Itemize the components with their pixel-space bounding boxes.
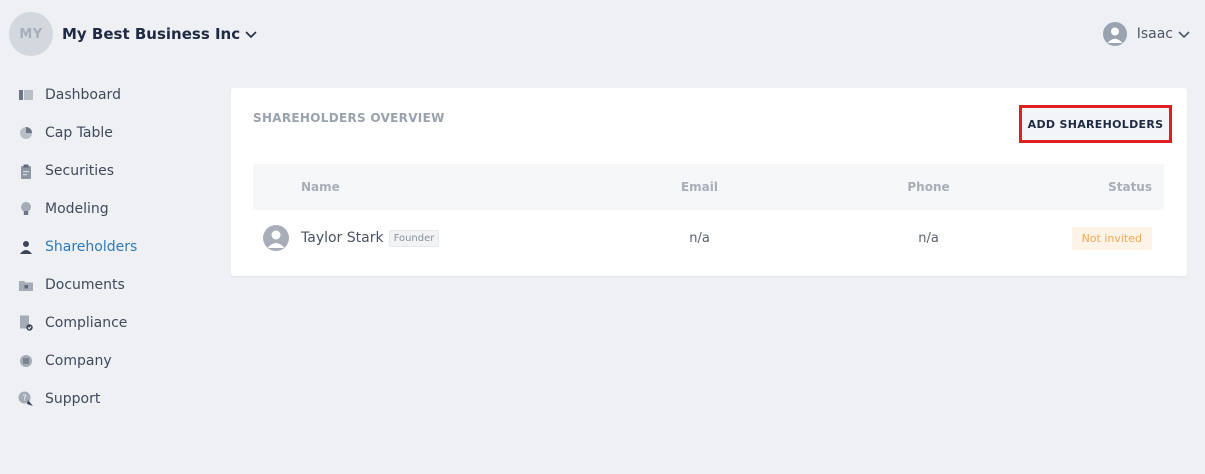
sidebar-item-documents[interactable]: Documents — [0, 266, 200, 304]
shareholders-table: Name Email Phone Status Taylor Stark Fou… — [253, 164, 1164, 266]
avatar — [263, 225, 289, 251]
page-title: SHAREHOLDERS OVERVIEW — [253, 111, 445, 125]
svg-text:?: ? — [23, 394, 27, 403]
sidebar-nav: Dashboard Cap Table Securities Modeling … — [0, 76, 200, 418]
sidebar-item-modeling[interactable]: Modeling — [0, 190, 200, 228]
sidebar-item-label: Documents — [45, 277, 125, 293]
building-icon — [18, 353, 34, 369]
pie-chart-icon — [18, 125, 34, 141]
shareholder-phone: n/a — [918, 230, 939, 246]
sidebar-item-support[interactable]: ? Support — [0, 380, 200, 418]
sidebar-item-shareholders[interactable]: Shareholders — [0, 228, 200, 266]
add-shareholders-label: ADD SHAREHOLDERS — [1027, 117, 1164, 131]
company-switcher[interactable]: MY My Best Business Inc — [9, 12, 258, 56]
chevron-down-icon — [1177, 27, 1191, 41]
sidebar-item-label: Cap Table — [45, 125, 113, 141]
role-badge: Founder — [388, 229, 440, 247]
sidebar-item-company[interactable]: Company — [0, 342, 200, 380]
user-name: Isaac — [1136, 26, 1173, 42]
clipboard-icon — [18, 163, 34, 179]
sidebar-item-label: Support — [45, 391, 101, 407]
table-header: Name Email Phone Status — [253, 164, 1164, 210]
dashboard-icon — [18, 87, 34, 103]
lightbulb-icon — [18, 201, 34, 217]
shareholder-email: n/a — [689, 230, 710, 246]
sidebar-item-label: Compliance — [45, 315, 128, 331]
shareholder-name-cell: Taylor Stark Founder — [253, 225, 592, 251]
sidebar-item-dashboard[interactable]: Dashboard — [0, 76, 200, 114]
sidebar-item-label: Dashboard — [45, 87, 121, 103]
company-name: My Best Business Inc — [62, 25, 241, 43]
sidebar-item-label: Securities — [45, 163, 115, 179]
column-header-name[interactable]: Name — [253, 180, 592, 194]
sidebar-item-cap-table[interactable]: Cap Table — [0, 114, 200, 152]
sidebar-item-label: Company — [45, 353, 112, 369]
status-cell: Not invited — [1050, 226, 1164, 250]
status-badge: Not invited — [1071, 226, 1152, 250]
sidebar-item-label: Shareholders — [45, 239, 138, 255]
sidebar-item-securities[interactable]: Securities — [0, 152, 200, 190]
document-check-icon — [18, 315, 34, 331]
chevron-down-icon — [244, 27, 258, 41]
shareholder-name[interactable]: Taylor Stark — [301, 230, 384, 246]
user-menu[interactable]: Isaac — [1102, 22, 1191, 46]
person-icon — [18, 239, 34, 255]
table-row[interactable]: Taylor Stark Founder n/a n/a Not invited — [253, 210, 1164, 266]
company-avatar: MY — [9, 12, 53, 56]
column-header-status[interactable]: Status — [1050, 180, 1164, 194]
add-shareholders-button[interactable]: ADD SHAREHOLDERS — [1019, 105, 1172, 143]
folder-lock-icon — [18, 277, 34, 293]
column-header-phone[interactable]: Phone — [807, 180, 1050, 194]
user-avatar-icon — [1102, 22, 1127, 46]
column-header-email[interactable]: Email — [592, 180, 807, 194]
shareholders-overview-card: SHAREHOLDERS OVERVIEW ADD SHAREHOLDERS N… — [231, 88, 1187, 276]
sidebar-item-label: Modeling — [45, 201, 109, 217]
help-chat-icon: ? — [18, 391, 34, 407]
sidebar-item-compliance[interactable]: Compliance — [0, 304, 200, 342]
